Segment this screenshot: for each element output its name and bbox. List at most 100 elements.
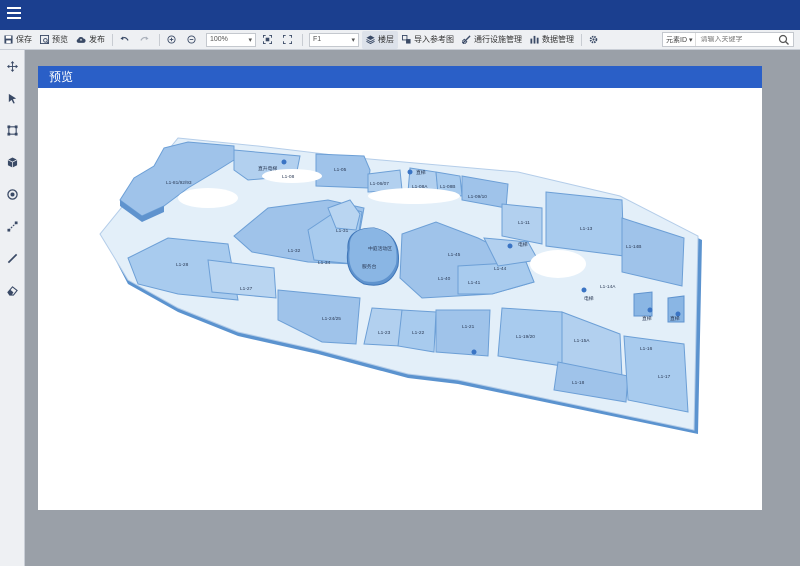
stairs-marker[interactable] [471, 349, 477, 355]
floor-select[interactable]: F1 ▾ [309, 32, 359, 47]
map-label: L1-08 [282, 174, 295, 180]
fit-view-button[interactable] [259, 31, 279, 49]
zoom-select[interactable]: 100% ▾ [206, 32, 256, 47]
map-label: L1-22 [412, 330, 425, 336]
cloud-upload-icon [76, 37, 86, 43]
bar-chart-icon [530, 35, 539, 44]
save-icon [4, 35, 13, 44]
map-label: L1-11 [518, 220, 530, 226]
search-type-select[interactable]: 元素ID ▾ [663, 33, 697, 46]
line-tool[interactable] [0, 242, 25, 274]
pan-tool[interactable] [0, 50, 25, 82]
zoom-value: 100% [210, 36, 228, 43]
escalator-marker[interactable] [581, 287, 587, 293]
map-label: 直升电梯 [258, 165, 277, 172]
map-label: L1-08B [440, 184, 455, 190]
path-tool[interactable] [0, 210, 25, 242]
undo-button[interactable] [116, 31, 136, 49]
gear-icon [589, 35, 598, 44]
cube-tool[interactable] [0, 146, 25, 178]
eraser-tool[interactable] [0, 274, 25, 306]
select-tool[interactable] [0, 82, 25, 114]
map-label: L1-15A [574, 338, 590, 344]
settings-button[interactable] [585, 31, 605, 49]
left-toolbar [0, 50, 25, 566]
escalator-marker[interactable] [507, 243, 513, 249]
atrium-void-center [368, 188, 460, 204]
map-label: 电梯 [518, 241, 528, 248]
passage-facility-button[interactable]: 通行设施管理 [458, 31, 526, 49]
caret-down-icon: ▾ [351, 36, 355, 44]
map-label: L1-24/25 [322, 316, 341, 322]
caret-down-icon: ▾ [248, 36, 252, 44]
shop-l1-13[interactable] [545, 191, 625, 257]
target-icon [7, 188, 18, 200]
toolbar-divider [581, 33, 582, 46]
map-label: L1-17 [658, 374, 671, 380]
map-label: 直梯 [416, 169, 426, 176]
fullscreen-icon [283, 35, 292, 44]
stairs-marker[interactable] [675, 311, 681, 317]
map-label: L1-06/07 [370, 181, 389, 187]
import-reference-label: 导入参考图 [414, 35, 454, 44]
preview-button[interactable]: 预览 [36, 31, 72, 49]
layers-icon [366, 35, 375, 44]
map-label: L1-19/20 [516, 334, 535, 340]
search-icon[interactable] [778, 34, 790, 46]
map-label: L1-13 [580, 226, 593, 232]
map-label: L1-14A [600, 284, 616, 290]
eraser-icon [7, 285, 18, 296]
shop-l1-21[interactable] [435, 309, 491, 357]
publish-button[interactable]: 发布 [72, 31, 109, 49]
top-bar [0, 0, 800, 30]
layers-label: 楼层 [378, 35, 394, 44]
line-icon [7, 253, 18, 263]
map-label: L1-05 [334, 167, 347, 173]
poi-tool[interactable] [0, 178, 25, 210]
zoom-out-icon [187, 35, 196, 44]
shop-l1-16-17[interactable] [623, 335, 689, 413]
map-canvas[interactable]: L1-81/92/93 直升电梯 L1-08 L1-05 L1-06/07 直梯… [38, 88, 762, 510]
map-label: L1-45 [448, 252, 461, 258]
link-icon [462, 35, 471, 44]
search-type-value: 元素ID [666, 36, 687, 44]
toolbar-divider [302, 33, 303, 46]
map-label: L1-31 [336, 228, 349, 234]
preview-icon [40, 35, 49, 44]
map-label: L1-27 [240, 286, 253, 292]
map-label: 直梯 [670, 315, 680, 322]
fullscreen-button[interactable] [279, 31, 299, 49]
stairs-marker[interactable] [407, 169, 413, 175]
floor-map: L1-81/92/93 直升电梯 L1-08 L1-05 L1-06/07 直梯… [99, 137, 702, 434]
layers-button[interactable]: 楼层 [362, 30, 398, 49]
search-box: 元素ID ▾ [662, 32, 794, 47]
redo-button[interactable] [136, 31, 156, 49]
search-input[interactable] [696, 36, 777, 43]
elevator-marker[interactable] [281, 159, 287, 165]
map-label: L1-09/10 [468, 194, 487, 200]
map-label: 服务台 [362, 263, 377, 270]
preview-dialog: 预览 L1-81/92/93 直升电梯 L1-08 L1-05 L1-06/07… [38, 66, 762, 510]
stairs-marker[interactable] [647, 307, 653, 313]
import-image-icon [402, 35, 411, 44]
save-label: 保存 [16, 35, 32, 44]
save-button[interactable]: 保存 [0, 31, 36, 49]
zoom-in-button[interactable] [163, 31, 183, 49]
atrium-void-east [530, 250, 586, 278]
fit-view-icon [263, 35, 272, 44]
map-label: 直梯 [642, 315, 652, 322]
zoom-out-button[interactable] [183, 31, 203, 49]
cursor-icon [8, 93, 17, 104]
import-reference-button[interactable]: 导入参考图 [398, 31, 458, 49]
data-management-button[interactable]: 数据管理 [526, 31, 578, 49]
map-label: L1-41 [468, 280, 481, 286]
zoom-in-icon [167, 35, 176, 44]
map-label: L1-28 [176, 262, 189, 268]
redo-icon [140, 36, 149, 41]
rectangle-tool[interactable] [0, 114, 25, 146]
map-label: 中庭活动区 [368, 245, 392, 252]
toolbar-divider [112, 33, 113, 46]
map-label: L1-08A [412, 184, 428, 190]
toolbar: 保存 预览 发布 100% ▾ F1 ▾ 楼层 导入参考图 通行设施管理 数据管… [0, 30, 800, 50]
menu-icon[interactable] [7, 7, 21, 21]
